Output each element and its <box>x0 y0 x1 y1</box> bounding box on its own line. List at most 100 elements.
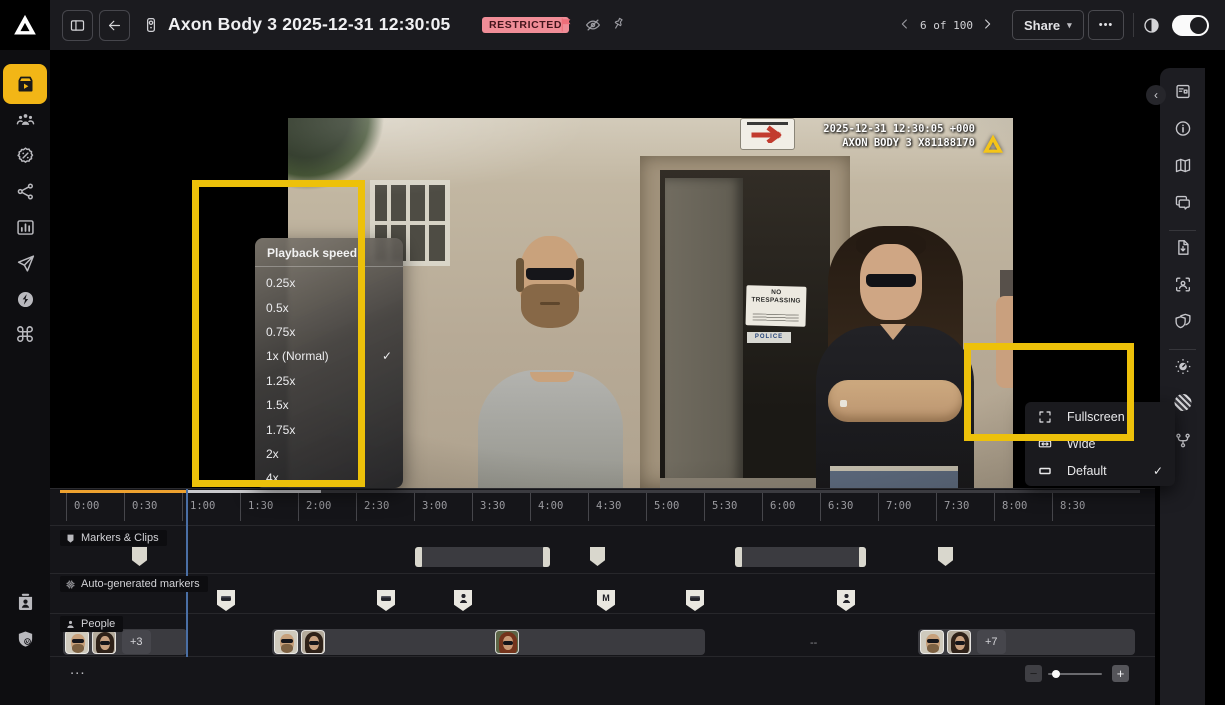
ruler-tick <box>936 493 937 521</box>
people-overflow-badge[interactable]: +7 <box>977 630 1006 654</box>
timeline-more-button[interactable]: ... <box>70 661 86 678</box>
sidebar-item-analytics[interactable] <box>3 208 47 246</box>
back-button[interactable] <box>99 10 130 41</box>
speed-option-0.25x[interactable]: 0.25x <box>255 271 403 295</box>
speed-option-0.75x[interactable]: 0.75x <box>255 320 403 344</box>
person-avatar[interactable] <box>274 630 298 654</box>
speed-option-1.5x[interactable]: 1.5x <box>255 393 403 417</box>
auto-marker-car[interactable] <box>686 590 704 611</box>
people-row-label[interactable]: People <box>60 616 123 632</box>
person-avatar[interactable] <box>301 630 325 654</box>
sidebar-item-admin-shield[interactable] <box>3 620 47 658</box>
person-avatar[interactable] <box>65 630 89 654</box>
ruler-tick-label: 5:00 <box>654 500 679 512</box>
rail-item-doc-export[interactable] <box>1173 238 1192 257</box>
person-avatar[interactable] <box>920 630 944 654</box>
timeline-panel: 0:000:301:001:302:002:303:003:304:004:30… <box>50 488 1155 705</box>
ruler-tick <box>240 493 241 521</box>
rail-item-info[interactable] <box>1173 119 1192 138</box>
person-avatar[interactable] <box>92 630 116 654</box>
auto-markers-row-label[interactable]: Auto-generated markers <box>60 576 208 592</box>
left-sidebar: ⌘ <box>0 50 50 705</box>
speed-option-1.25x[interactable]: 1.25x <box>255 369 403 393</box>
people-segment[interactable] <box>272 629 705 655</box>
view-size-menu: FullscreenWideDefault✓ <box>1025 402 1175 486</box>
speed-option-4x[interactable]: 4x <box>255 466 403 490</box>
view-option-fullscreen[interactable]: Fullscreen <box>1025 403 1175 430</box>
people-segment[interactable]: +3 <box>63 629 187 655</box>
flag-icon[interactable] <box>558 16 575 33</box>
rail-item-shield-copy[interactable] <box>1173 312 1192 331</box>
rail-item-notes[interactable] <box>1173 82 1192 101</box>
bodycam-icon <box>142 16 160 34</box>
theme-toggle[interactable] <box>1172 15 1209 36</box>
ruler-tick <box>762 493 763 521</box>
share-button[interactable]: Share▾ <box>1012 10 1084 40</box>
shield-icon <box>65 533 76 544</box>
ruler-tick <box>298 493 299 521</box>
rail-item-comments[interactable] <box>1173 193 1192 212</box>
sidebar-item-share-nodes[interactable] <box>3 172 47 210</box>
ruler-tick-label: 2:30 <box>364 500 389 512</box>
wide-icon <box>1037 436 1053 452</box>
contrast-icon[interactable] <box>1142 16 1161 35</box>
timeline-zoom-slider[interactable] <box>1048 673 1102 675</box>
timeline-marker[interactable] <box>938 547 953 566</box>
zoom-slider-knob[interactable] <box>1052 670 1060 678</box>
sidebar-item-community[interactable] <box>3 280 47 318</box>
sidebar-item-evidence[interactable] <box>3 64 47 104</box>
ruler-tick-label: 3:00 <box>422 500 447 512</box>
timeline-marker[interactable] <box>132 547 147 566</box>
person-avatar[interactable] <box>947 630 971 654</box>
sidebar-item-send[interactable] <box>3 244 47 282</box>
rail-item-brightness[interactable] <box>1173 357 1192 376</box>
rail-item-redact[interactable] <box>1174 394 1191 411</box>
view-option-default[interactable]: Default✓ <box>1025 457 1175 484</box>
pin-icon[interactable] <box>607 13 629 35</box>
axon-watermark-icon <box>981 132 1005 156</box>
panel-toggle-button[interactable] <box>62 10 93 41</box>
video-overlay-stamp: 2025-12-31 12:30:05 +000 AXON BODY 3 X81… <box>823 122 1005 156</box>
axon-logo-icon[interactable] <box>0 0 50 50</box>
ruler-tick <box>994 493 995 521</box>
timeline-marker[interactable] <box>590 547 605 566</box>
eye-off-icon[interactable] <box>584 16 602 34</box>
auto-marker-car[interactable] <box>217 590 235 611</box>
ruler-tick-label: 1:30 <box>248 500 273 512</box>
sidebar-item-cases[interactable] <box>3 136 47 174</box>
toggle-knob <box>1190 17 1207 34</box>
ruler-tick-label: 0:30 <box>132 500 157 512</box>
rail-item-map[interactable] <box>1173 156 1192 175</box>
speed-option-0.5x[interactable]: 0.5x <box>255 295 403 319</box>
person-avatar[interactable] <box>495 630 519 654</box>
clip-range[interactable] <box>415 547 550 567</box>
speed-option-1.75x[interactable]: 1.75x <box>255 417 403 441</box>
sidebar-item-people[interactable] <box>3 100 47 138</box>
speed-option-2x[interactable]: 2x <box>255 442 403 466</box>
people-overflow-badge[interactable]: +3 <box>122 630 151 654</box>
rail-item-face-focus[interactable] <box>1173 275 1192 294</box>
markers-clips-row-label[interactable]: Markers & Clips <box>60 530 167 546</box>
people-segment[interactable]: +7 <box>918 629 1135 655</box>
timeline-zoom-out-button[interactable]: − <box>1025 665 1042 682</box>
rail-item-branch[interactable] <box>1173 431 1192 450</box>
sidebar-item-id-badge[interactable] <box>3 583 47 621</box>
clip-range[interactable] <box>735 547 866 567</box>
speed-option-1xNormal[interactable]: 1x (Normal)✓ <box>255 344 403 368</box>
timeline-ruler[interactable]: 0:000:301:001:302:002:303:003:304:004:30… <box>60 493 1140 525</box>
auto-marker-person[interactable] <box>454 590 472 611</box>
top-bar: Axon Body 3 2025-12-31 12:30:05 RESTRICT… <box>0 0 1225 50</box>
auto-marker-person[interactable] <box>837 590 855 611</box>
sidebar-item-command[interactable]: ⌘ <box>3 316 47 354</box>
timeline-zoom-in-button[interactable]: + <box>1112 665 1129 682</box>
more-actions-button[interactable]: ••• <box>1088 10 1124 40</box>
auto-marker-M[interactable]: M <box>597 590 615 611</box>
auto-marker-car[interactable] <box>377 590 395 611</box>
previous-evidence-button[interactable] <box>897 16 913 32</box>
playhead[interactable] <box>186 489 188 657</box>
evidence-pager: 6 of 100 <box>920 19 973 32</box>
ruler-tick-label: 2:00 <box>306 500 331 512</box>
collapse-rail-button[interactable]: ‹ <box>1146 85 1166 105</box>
next-evidence-button[interactable] <box>979 16 995 32</box>
view-option-wide[interactable]: Wide <box>1025 430 1175 457</box>
